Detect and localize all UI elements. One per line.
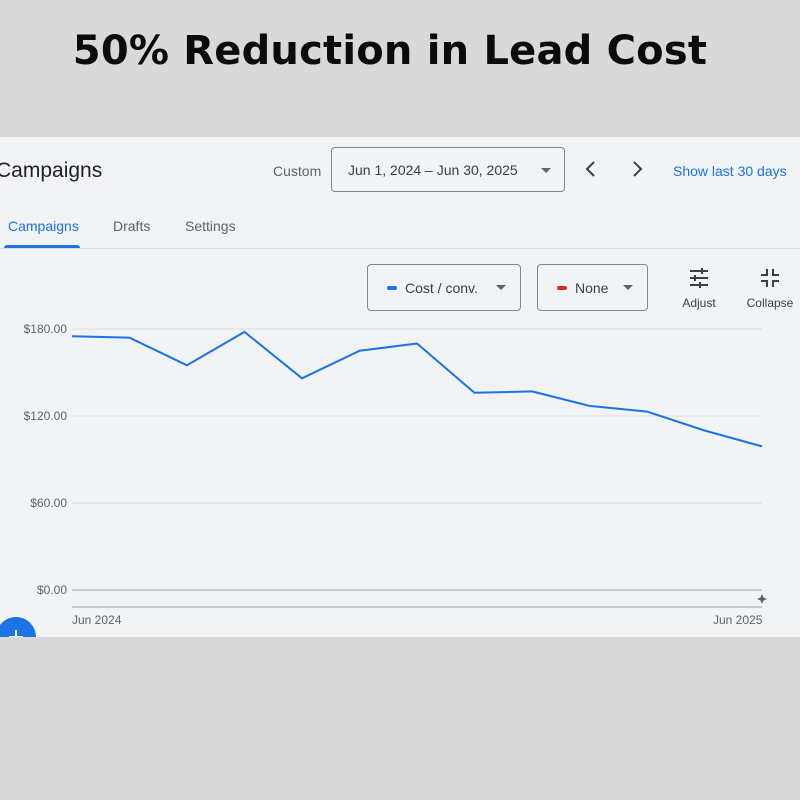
campaigns-panel: Campaigns Custom Jun 1, 2024 – Jun 30, 2… — [0, 137, 800, 637]
series-line-cost-per-conv — [71, 330, 763, 448]
x-tick-label: Jun 2025 — [713, 613, 763, 627]
cost-per-conversion-chart — [71, 328, 767, 608]
sparkle-icon — [757, 594, 767, 604]
headline: 50% Reduction in Lead Cost — [72, 28, 708, 74]
x-tick-label: Jun 2024 — [72, 613, 122, 627]
